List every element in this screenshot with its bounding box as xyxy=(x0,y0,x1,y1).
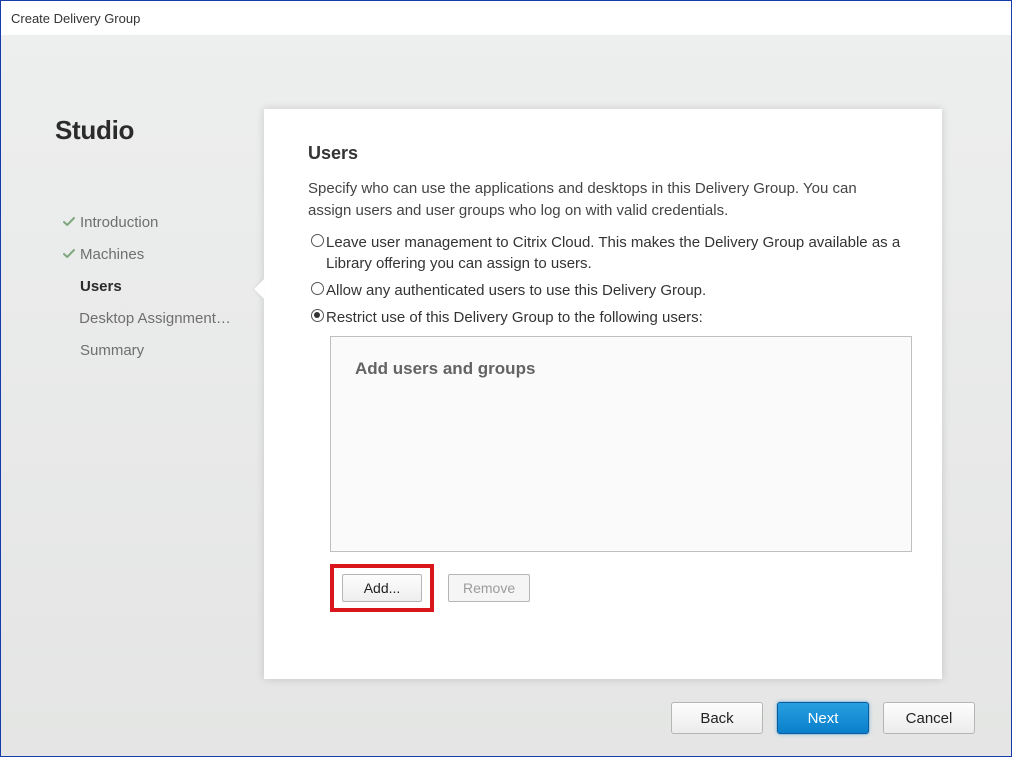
radio-icon xyxy=(308,309,326,322)
users-list-placeholder: Add users and groups xyxy=(355,359,887,379)
step-item-label: Machines xyxy=(80,246,144,263)
check-icon xyxy=(61,280,77,292)
step-item-introduction[interactable]: Introduction xyxy=(55,206,235,238)
wizard-footer: Back Next Cancel xyxy=(1,702,1011,734)
step-item-machines[interactable]: Machines xyxy=(55,238,235,270)
step-list: Introduction Machines Users Desktop Assignm… xyxy=(55,206,260,366)
step-item-desktop-assignment-r[interactable]: Desktop Assignment R... xyxy=(55,302,235,334)
radio-option-label: Allow any authenticated users to use thi… xyxy=(326,280,904,301)
wizard-window: Create Delivery Group Studio Introductio… xyxy=(0,0,1012,757)
radio-option-1[interactable]: Allow any authenticated users to use thi… xyxy=(308,280,904,301)
check-icon xyxy=(61,344,77,356)
radio-option-0[interactable]: Leave user management to Citrix Cloud. T… xyxy=(308,232,904,274)
panel-description: Specify who can use the applications and… xyxy=(308,178,904,222)
window-titlebar: Create Delivery Group xyxy=(1,1,1011,35)
step-item-label: Desktop Assignment R... xyxy=(79,310,235,327)
radio-option-label: Leave user management to Citrix Cloud. T… xyxy=(326,232,904,274)
check-icon xyxy=(61,248,77,260)
panel-arrow-notch xyxy=(254,279,264,299)
radio-icon xyxy=(308,282,326,295)
wizard-client-area: Studio Introduction Machines Users Desktop … xyxy=(1,35,1011,756)
studio-brand-title: Studio xyxy=(55,115,260,146)
radio-option-label: Restrict use of this Delivery Group to t… xyxy=(326,307,904,328)
wizard-sidebar: Studio Introduction Machines Users Desktop … xyxy=(55,115,260,366)
step-item-label: Introduction xyxy=(80,214,158,231)
user-assignment-options: Leave user management to Citrix Cloud. T… xyxy=(308,232,904,328)
step-item-users[interactable]: Users xyxy=(55,270,235,302)
cancel-button[interactable]: Cancel xyxy=(883,702,975,734)
radio-option-2[interactable]: Restrict use of this Delivery Group to t… xyxy=(308,307,904,328)
step-item-label: Users xyxy=(80,278,122,295)
remove-users-button[interactable]: Remove xyxy=(448,574,530,602)
users-list-buttons: Add... Remove xyxy=(330,564,904,612)
step-item-summary[interactable]: Summary xyxy=(55,334,235,366)
radio-icon xyxy=(308,234,326,247)
step-item-label: Summary xyxy=(80,342,144,359)
next-button[interactable]: Next xyxy=(777,702,869,734)
users-list-box[interactable]: Add users and groups xyxy=(330,336,912,552)
panel-content: Users Specify who can use the applicatio… xyxy=(264,109,942,632)
window-title: Create Delivery Group xyxy=(11,11,140,26)
check-icon xyxy=(61,216,77,228)
add-button-highlight: Add... xyxy=(330,564,434,612)
add-users-button[interactable]: Add... xyxy=(342,574,422,602)
panel-heading: Users xyxy=(308,143,904,164)
wizard-panel: Users Specify who can use the applicatio… xyxy=(264,109,942,679)
check-icon xyxy=(61,312,76,324)
back-button[interactable]: Back xyxy=(671,702,763,734)
